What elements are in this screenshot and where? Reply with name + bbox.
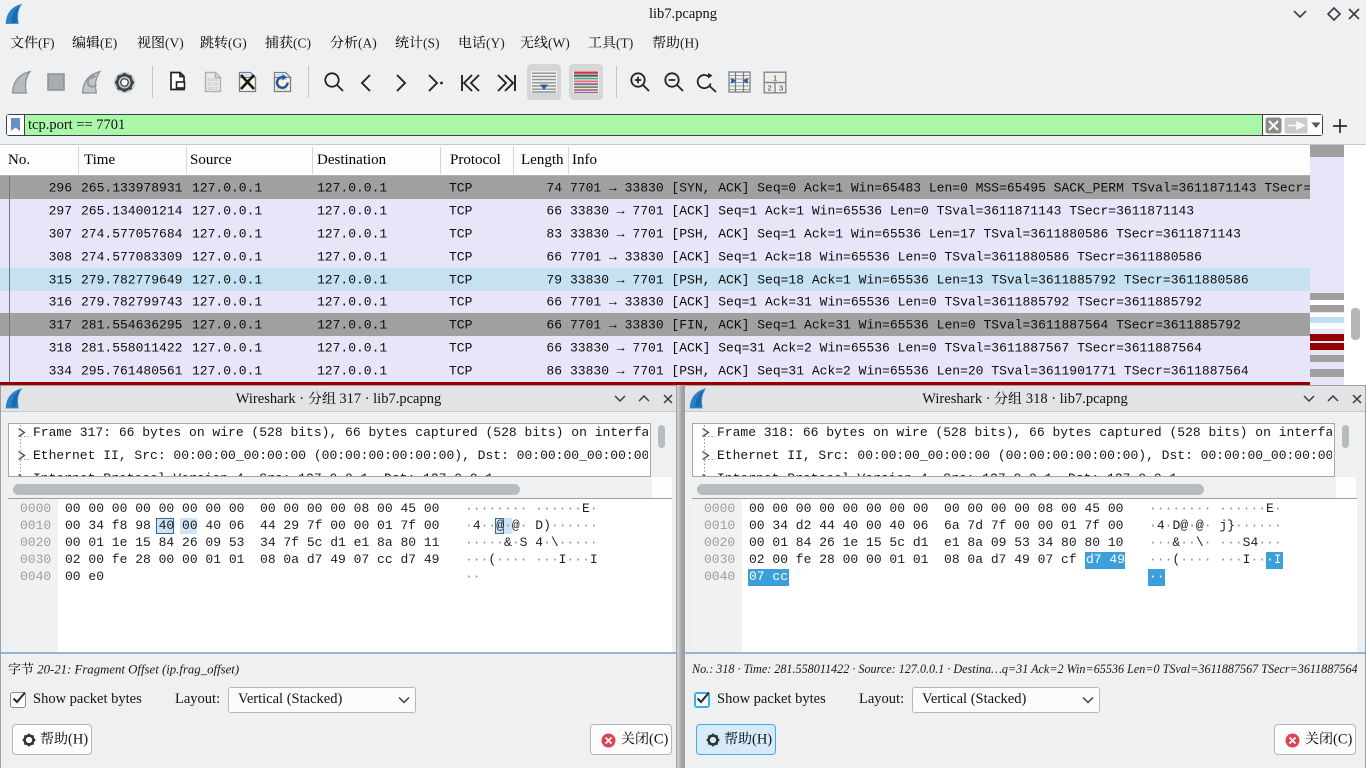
svg-text:0011: 0011 — [208, 87, 219, 92]
svg-text:1: 1 — [773, 73, 777, 82]
svg-text:2: 2 — [768, 84, 772, 93]
svg-text:3: 3 — [779, 84, 783, 93]
